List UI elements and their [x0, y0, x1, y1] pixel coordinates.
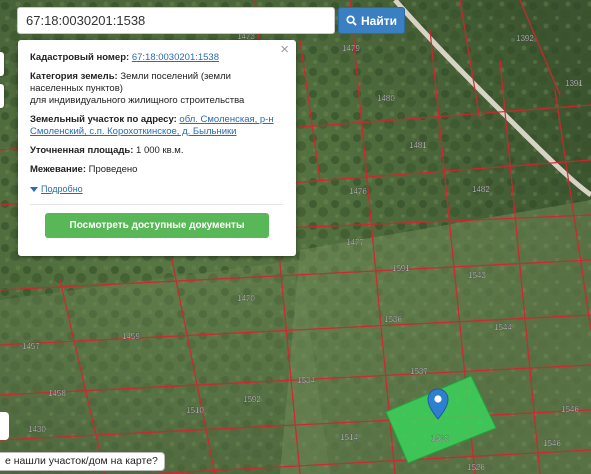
not-found-hint[interactable]: е нашли участок/дом на карте? [0, 452, 165, 471]
area-row: Уточненная площадь: 1 000 кв.м. [30, 145, 283, 157]
survey-label: Межевание: [30, 164, 86, 175]
parcel-number-label: 1591 [392, 264, 410, 273]
parcel-number-label: 1392 [516, 34, 534, 43]
survey-value: Проведено [88, 164, 138, 175]
close-icon[interactable]: × [280, 42, 289, 57]
parcel-number-label: 1546 [543, 439, 561, 448]
parcel-number-label: 1544 [494, 323, 512, 332]
parcel-number-label: 1592 [243, 395, 261, 404]
area-label: Уточненная площадь: [30, 145, 134, 156]
cadastral-number-label: Кадастровый номер: [30, 52, 130, 63]
parcel-number-label: 1479 [342, 44, 360, 53]
parcel-number-label: 1470 [237, 294, 255, 303]
search-input[interactable] [17, 7, 335, 34]
address-label: Земельный участок по адресу: [30, 114, 177, 125]
map-control-button[interactable] [0, 412, 9, 440]
parcel-number-label: 1482 [472, 185, 490, 194]
search-icon [346, 15, 357, 26]
parcel-number-label: 1458 [48, 389, 66, 398]
survey-row: Межевание: Проведено [30, 164, 283, 176]
parcel-number-label: 1510 [186, 406, 204, 415]
view-documents-button[interactable]: Посмотреть доступные документы [45, 213, 269, 238]
cadastral-number-link[interactable]: 67:18:0030201:1538 [132, 52, 219, 63]
land-category-row: Категория земель: Земли поселений (земли… [30, 71, 283, 107]
cadastral-number-row: Кадастровый номер: 67:18:0030201:1538 [30, 52, 283, 64]
parcel-info-popup: × Кадастровый номер: 67:18:0030201:1538 … [18, 40, 296, 256]
parcel-number-label: 1543 [468, 271, 486, 280]
map-control-button[interactable] [0, 52, 4, 76]
search-button-label: Найти [361, 13, 397, 28]
parcel-number-label: 1480 [377, 94, 395, 103]
parcel-number-label: 1534 [297, 376, 315, 385]
parcel-number-label: 1477 [346, 238, 364, 247]
divider [30, 204, 283, 205]
search-button[interactable]: Найти [338, 7, 405, 34]
parcel-number-label: 1457 [22, 342, 40, 351]
parcel-number-label: 1514 [340, 433, 358, 442]
parcel-number-label: 1537 [410, 367, 428, 376]
land-use-value: для индивидуального жилищного строительс… [30, 95, 245, 106]
parcel-number-label: 1546 [561, 405, 579, 414]
more-details-link[interactable]: Подробно [30, 183, 283, 195]
parcel-number-label: 1459 [122, 332, 140, 341]
parcel-number-label: 1430 [28, 425, 46, 434]
parcel-number-label: 1526 [467, 463, 485, 472]
area-value: 1 000 кв.м. [136, 145, 184, 156]
search-bar: Найти [17, 7, 407, 34]
parcel-number-label: 1536 [384, 315, 402, 324]
more-details-label[interactable]: Подробно [41, 183, 83, 195]
parcel-number-label: 1476 [349, 187, 367, 196]
parcel-number-label: 1538 [431, 434, 449, 443]
parcel-number-label: 1391 [565, 79, 583, 88]
address-row: Земельный участок по адресу: обл. Смолен… [30, 114, 283, 138]
parcel-number-label: 1481 [409, 141, 427, 150]
land-category-label: Категория земель: [30, 71, 118, 82]
map-control-button[interactable] [0, 84, 4, 108]
chevron-down-icon [30, 186, 38, 192]
